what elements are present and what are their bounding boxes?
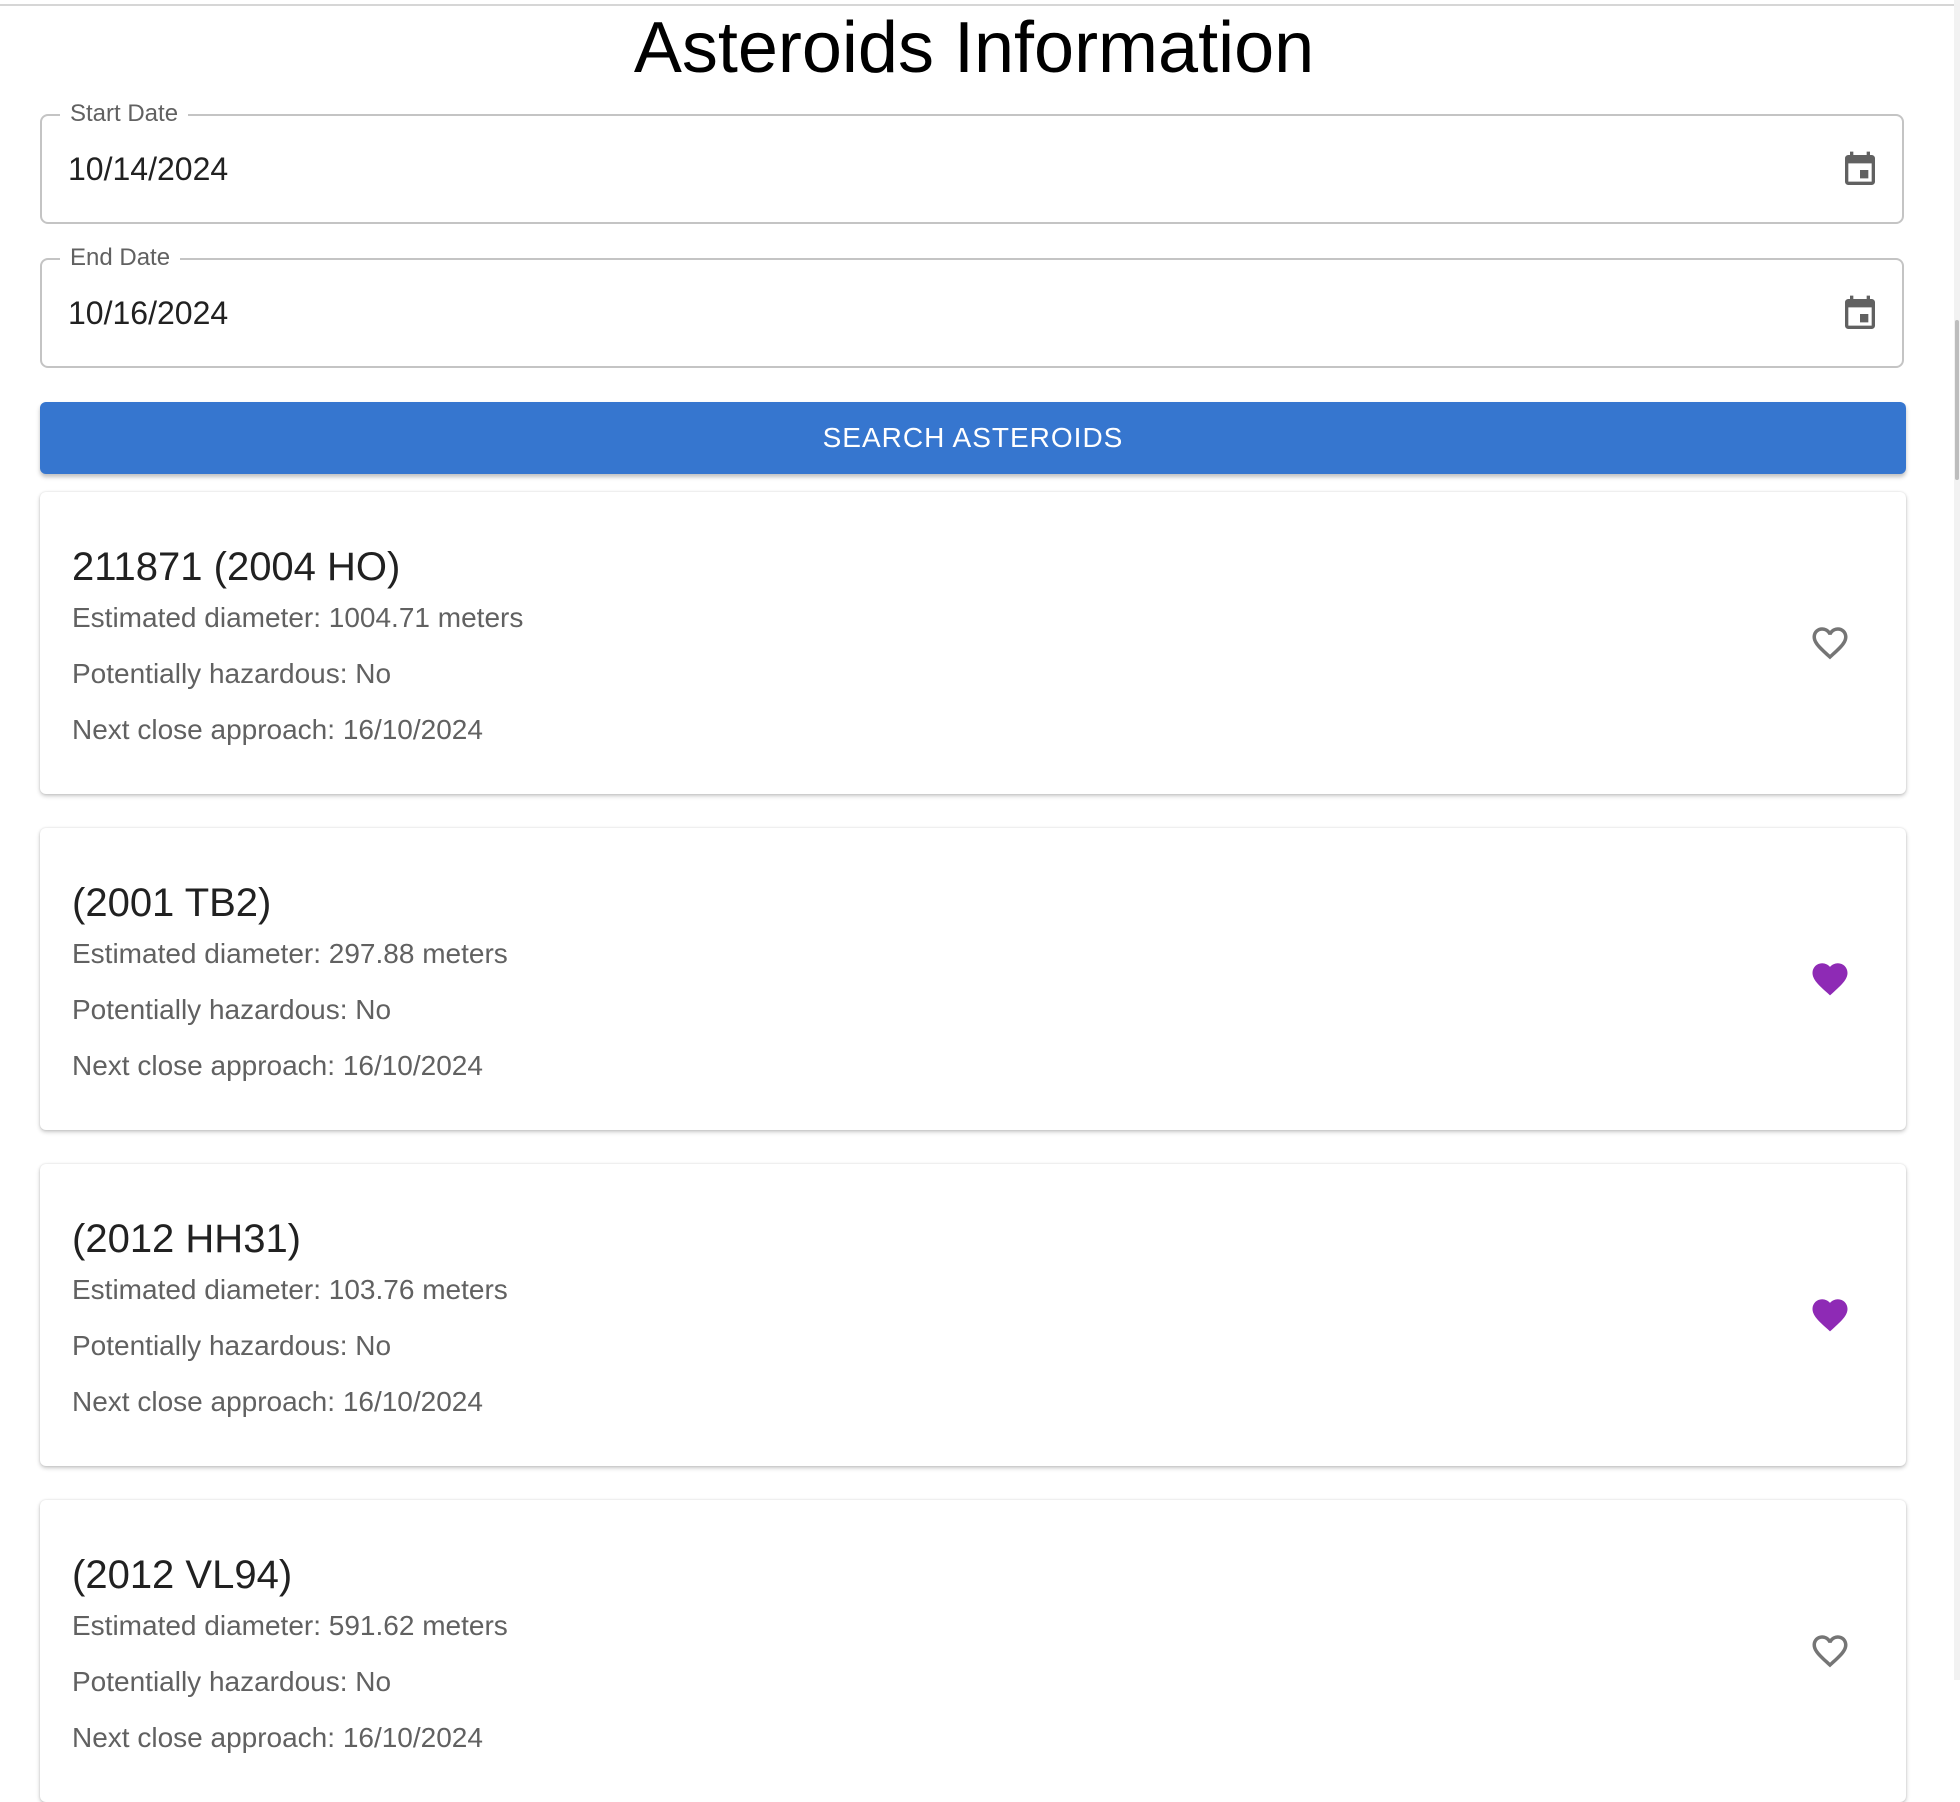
asteroid-name: 211871 (2004 HO)	[72, 545, 401, 589]
asteroid-name: (2001 TB2)	[72, 881, 272, 925]
asteroid-approach: Next close approach: 16/10/2024	[72, 1050, 483, 1081]
asteroid-diameter: Estimated diameter: 1004.71 meters	[72, 602, 524, 633]
heart-outline-icon[interactable]	[1808, 622, 1852, 664]
calendar-icon[interactable]	[1840, 149, 1880, 191]
asteroid-approach: Next close approach: 16/10/2024	[72, 714, 483, 745]
heart-filled-icon[interactable]	[1808, 1294, 1852, 1336]
asteroid-card: (2012 VL94) Estimated diameter: 591.62 m…	[40, 1500, 1906, 1802]
asteroid-approach: Next close approach: 16/10/2024	[72, 1722, 483, 1753]
end-date-label: End Date	[60, 243, 181, 273]
asteroid-hazardous: Potentially hazardous: No	[72, 658, 392, 689]
search-asteroids-button[interactable]: SEARCH ASTEROIDS	[40, 402, 1906, 474]
asteroid-diameter: Estimated diameter: 591.62 meters	[72, 1610, 508, 1641]
asteroid-hazardous: Potentially hazardous: No	[72, 994, 392, 1025]
scrollbar-thumb[interactable]	[1955, 320, 1959, 480]
asteroid-hazardous: Potentially hazardous: No	[72, 1330, 392, 1361]
asteroid-card: (2012 HH31) Estimated diameter: 103.76 m…	[40, 1164, 1906, 1466]
asteroid-card: (2001 TB2) Estimated diameter: 297.88 me…	[40, 828, 1906, 1130]
asteroid-approach: Next close approach: 16/10/2024	[72, 1386, 483, 1417]
scrollbar[interactable]	[1954, 0, 1960, 1680]
end-date-field[interactable]: End Date	[40, 243, 1904, 368]
start-date-field[interactable]: Start Date	[40, 99, 1904, 224]
heart-filled-icon[interactable]	[1808, 958, 1852, 1000]
asteroid-diameter: Estimated diameter: 103.76 meters	[72, 1274, 508, 1305]
page-title: Asteroids Information	[633, 8, 1315, 88]
start-date-label: Start Date	[60, 99, 189, 129]
start-date-input[interactable]	[68, 147, 1668, 191]
asteroid-hazardous: Potentially hazardous: No	[72, 1666, 392, 1697]
end-date-input[interactable]	[68, 291, 1668, 335]
asteroid-name: (2012 VL94)	[72, 1553, 293, 1597]
heart-outline-icon[interactable]	[1808, 1630, 1852, 1672]
calendar-icon[interactable]	[1840, 293, 1880, 335]
asteroid-diameter: Estimated diameter: 297.88 meters	[72, 938, 508, 969]
asteroid-name: (2012 HH31)	[72, 1217, 302, 1261]
asteroid-card: 211871 (2004 HO) Estimated diameter: 100…	[40, 492, 1906, 794]
